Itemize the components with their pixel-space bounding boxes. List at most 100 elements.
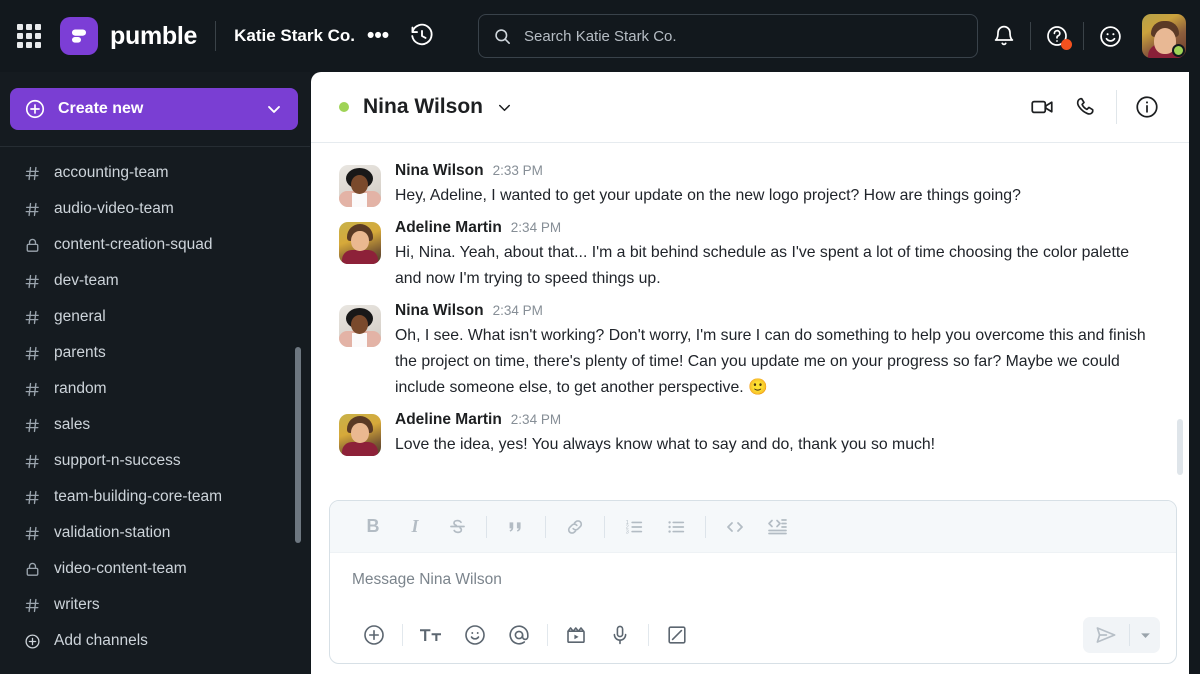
svg-text:3: 3	[626, 529, 629, 535]
toolbar-divider-3	[604, 516, 605, 538]
plus-circle-icon[interactable]	[352, 615, 396, 655]
bell-icon[interactable]	[982, 14, 1026, 58]
sidebar-item-label: support-n-success	[54, 452, 181, 470]
lock-icon	[24, 237, 46, 254]
message-text: Hi, Nina. Yeah, about that... I'm a bit …	[395, 240, 1159, 292]
hash-icon	[24, 345, 46, 362]
search-placeholder: Search Katie Stark Co.	[524, 28, 677, 45]
sidebar-item-general[interactable]: general	[0, 299, 310, 335]
composer-divider-3	[648, 624, 649, 646]
create-new-button[interactable]: Create new	[10, 88, 298, 130]
message-header: Nina Wilson2:34 PM	[395, 302, 1159, 320]
bullet-list-icon[interactable]	[655, 509, 697, 545]
message-author[interactable]: Nina Wilson	[395, 302, 484, 320]
microphone-icon[interactable]	[598, 615, 642, 655]
avatar[interactable]	[339, 305, 381, 347]
send-plane-icon[interactable]	[1083, 617, 1129, 653]
inline-code-icon[interactable]	[714, 509, 756, 545]
message-input-placeholder: Message Nina Wilson	[352, 571, 502, 589]
hash-icon	[24, 525, 46, 542]
chevron-down-icon[interactable]	[495, 98, 514, 117]
sidebar-item-random[interactable]: random	[0, 371, 310, 407]
sidebar-item-label: team-building-core-team	[54, 488, 222, 506]
message-author[interactable]: Adeline Martin	[395, 411, 502, 429]
sidebar-item-writers[interactable]: writers	[0, 587, 310, 623]
sidebar-item-validation-station[interactable]: validation-station	[0, 515, 310, 551]
page-title: Nina Wilson	[363, 95, 483, 119]
formatting-toolbar: B I	[330, 501, 1176, 553]
sidebar-item-video-content-team[interactable]: video-content-team	[0, 551, 310, 587]
search-input[interactable]: Search Katie Stark Co.	[478, 14, 978, 58]
message-timestamp: 2:34 PM	[511, 412, 561, 427]
message-author[interactable]: Adeline Martin	[395, 219, 502, 237]
message-composer: B I	[329, 500, 1177, 664]
message-body: Adeline Martin2:34 PMLove the idea, yes!…	[395, 411, 1159, 458]
sidebar-item-Add channels[interactable]: Add channels	[0, 623, 310, 659]
workspace-more-button[interactable]: •••	[367, 31, 389, 41]
workspace-name[interactable]: Katie Stark Co.	[234, 26, 355, 46]
avatar[interactable]	[1142, 14, 1186, 58]
video-clip-icon[interactable]	[554, 615, 598, 655]
channel-list: accounting-team audio-video-team content-c…	[0, 147, 310, 659]
composer-divider-2	[547, 624, 548, 646]
strikethrough-icon[interactable]	[436, 509, 478, 545]
main-panel: Nina Wilson	[311, 72, 1189, 674]
sidebar-item-label: parents	[54, 344, 106, 362]
link-icon[interactable]	[554, 509, 596, 545]
brand-logo-link[interactable]: pumble	[60, 17, 197, 55]
sidebar-item-audio-video-team[interactable]: audio-video-team	[0, 191, 310, 227]
sidebar-item-support-n-success[interactable]: support-n-success	[0, 443, 310, 479]
info-circle-icon[interactable]	[1125, 85, 1169, 129]
top-bar: pumble Katie Stark Co. ••• Search Katie …	[0, 0, 1200, 72]
grid-apps-icon[interactable]	[16, 23, 42, 49]
video-camera-icon[interactable]	[1020, 85, 1064, 129]
topbar-divider-2	[1030, 22, 1031, 50]
avatar[interactable]	[339, 222, 381, 264]
ordered-list-icon[interactable]: 1 2 3	[613, 509, 655, 545]
help-question-icon[interactable]	[1035, 14, 1079, 58]
message-timestamp: 2:34 PM	[511, 220, 561, 235]
message-item: Adeline Martin 2:34 PM Hi, Nina. Yeah, abo…	[311, 214, 1189, 297]
smiley-icon[interactable]	[1088, 14, 1132, 58]
avatar[interactable]	[339, 165, 381, 207]
sidebar-item-parents[interactable]: parents	[0, 335, 310, 371]
blockquote-icon[interactable]	[495, 509, 537, 545]
message-item: Nina Wilson2:34 PMOh, I see. What isn't …	[311, 297, 1189, 406]
avatar[interactable]	[339, 414, 381, 456]
sidebar-item-label: random	[54, 380, 107, 398]
sidebar-item-label: audio-video-team	[54, 200, 174, 218]
hash-icon	[24, 453, 46, 470]
toolbar-divider-1	[486, 516, 487, 538]
send-control-group	[1083, 617, 1160, 653]
search-icon	[493, 27, 512, 46]
pumble-app-window: pumble Katie Stark Co. ••• Search Katie …	[0, 0, 1200, 674]
message-body: Nina Wilson2:34 PMOh, I see. What isn't …	[395, 302, 1159, 401]
sidebar-item-team-building-core-team[interactable]: team-building-core-team	[0, 479, 310, 515]
message-header: Adeline Martin 2:34 PM	[395, 411, 1159, 429]
text-format-icon[interactable]	[409, 615, 453, 655]
sidebar-item-accounting-team[interactable]: accounting-team	[0, 155, 310, 191]
sidebar-item-label: accounting-team	[54, 164, 169, 182]
code-block-icon[interactable]	[756, 509, 798, 545]
italic-icon[interactable]: I	[394, 509, 436, 545]
sidebar-item-label: Add channels	[54, 632, 148, 650]
sidebar-item-label: dev-team	[54, 272, 119, 290]
toolbar-divider-2	[545, 516, 546, 538]
sidebar-scrollbar[interactable]	[295, 347, 301, 543]
emoji-icon[interactable]	[453, 615, 497, 655]
messages-scrollbar[interactable]	[1177, 419, 1183, 475]
message-author[interactable]: Nina Wilson	[395, 162, 484, 180]
mention-icon[interactable]	[497, 615, 541, 655]
chevron-down-icon[interactable]	[1130, 617, 1160, 653]
message-input[interactable]: Message Nina Wilson	[330, 553, 1176, 607]
sidebar-item-content-creation-squad[interactable]: content-creation-squad	[0, 227, 310, 263]
header-divider	[1116, 90, 1117, 124]
sidebar-item-sales[interactable]: sales	[0, 407, 310, 443]
chevron-down-icon	[264, 99, 284, 119]
plus-circle-icon	[24, 98, 46, 120]
history-clock-icon[interactable]	[409, 23, 435, 49]
phone-icon[interactable]	[1064, 85, 1108, 129]
canvas-icon[interactable]	[655, 615, 699, 655]
bold-icon[interactable]: B	[352, 509, 394, 545]
sidebar-item-dev-team[interactable]: dev-team	[0, 263, 310, 299]
